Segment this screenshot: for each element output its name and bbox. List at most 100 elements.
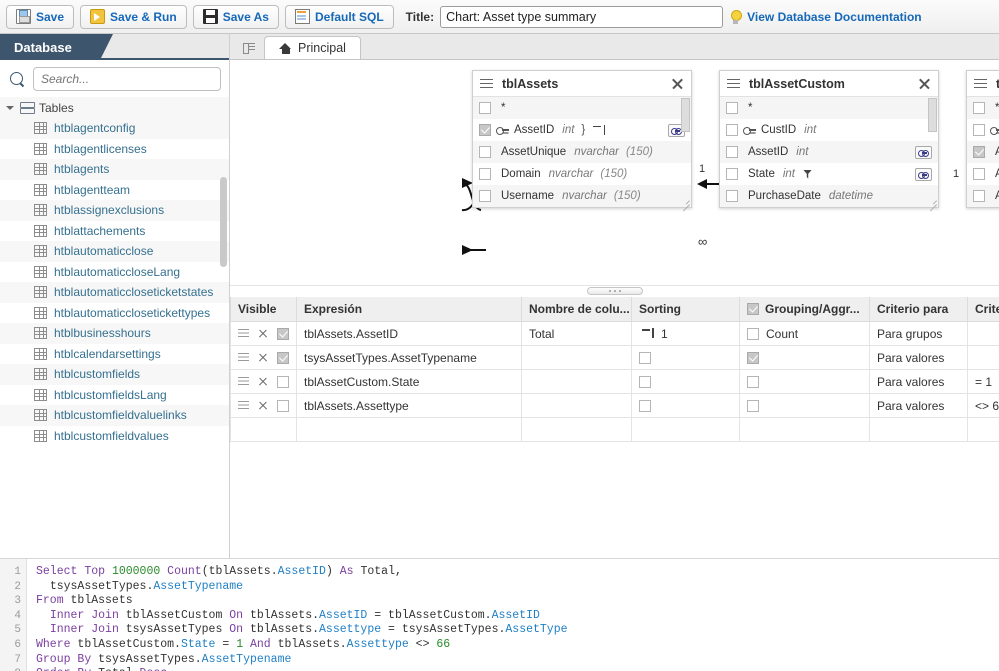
grid-column-header[interactable]: Criterio: [968, 297, 999, 322]
grid-cell-sorting[interactable]: 1: [632, 322, 740, 346]
sidebar-table-item[interactable]: htblautomaticcloseLang: [0, 262, 229, 283]
grid-cell-sorting[interactable]: [632, 394, 740, 418]
grid-cell-empty[interactable]: [740, 418, 870, 442]
tab-database[interactable]: Database: [0, 34, 100, 60]
table-row[interactable]: tblAssets.Assettype Para valores<> 66: [231, 394, 999, 418]
diagram-field-row[interactable]: AssetTypenamenvarchar(100): [967, 141, 999, 163]
sort-icon[interactable]: [642, 328, 654, 339]
field-checkbox[interactable]: [973, 124, 985, 136]
save-button[interactable]: Save: [6, 5, 74, 29]
grid-cell-criterio[interactable]: [968, 322, 999, 346]
diagram-field-row[interactable]: CustIDint: [720, 119, 938, 141]
grid-cell-grouping[interactable]: [740, 346, 870, 370]
field-checkbox[interactable]: [973, 146, 985, 158]
grid-cell-grouping[interactable]: [740, 370, 870, 394]
grid-cell-expression[interactable]: tblAssetCustom.State: [297, 370, 522, 394]
diagram-field-row[interactable]: Domainnvarchar(150): [473, 163, 691, 185]
field-checkbox[interactable]: [479, 102, 491, 114]
diagram-field-row[interactable]: AssetIDint}: [473, 119, 691, 141]
field-checkbox[interactable]: [479, 190, 491, 202]
field-checkbox[interactable]: [726, 168, 738, 180]
grid-cell-criterio-para[interactable]: Para valores: [870, 394, 968, 418]
row-drag-handle[interactable]: [238, 353, 249, 362]
diagram-field-row[interactable]: AssetTypeint: [967, 119, 999, 141]
menu-icon[interactable]: [480, 79, 493, 89]
row-drag-handle[interactable]: [238, 401, 249, 410]
grid-cell-criterio[interactable]: = 1: [968, 370, 999, 394]
diagram-table-header[interactable]: tblAssetCustom: [720, 71, 938, 97]
row-delete-icon[interactable]: [258, 401, 268, 411]
row-drag-handle[interactable]: [238, 329, 249, 338]
row-delete-icon[interactable]: [258, 329, 268, 339]
grid-column-header[interactable]: Expresión: [297, 297, 522, 322]
diagram-field-row[interactable]: AssetTypeIcon16nvarchar(250): [967, 185, 999, 207]
sidebar-table-item[interactable]: htblcustomfieldvalues: [0, 426, 229, 447]
diagram-table-scrollbar[interactable]: [681, 98, 690, 193]
grid-cell-empty[interactable]: [632, 418, 740, 442]
canvas-grid-splitter[interactable]: [230, 285, 999, 297]
field-checkbox[interactable]: [973, 102, 985, 114]
list-view-button[interactable]: [236, 37, 262, 59]
sidebar-table-item[interactable]: htblautomaticclose: [0, 241, 229, 262]
grid-cell-visible[interactable]: [231, 322, 297, 346]
default-sql-button[interactable]: Default SQL: [285, 5, 394, 29]
tree-root-tables[interactable]: Tables: [0, 97, 229, 118]
filter-icon[interactable]: [803, 170, 812, 179]
grid-cell-grouping[interactable]: [740, 394, 870, 418]
diagram-field-row[interactable]: *: [967, 97, 999, 119]
diagram-canvas[interactable]: 1 ∞ 1 tblAssets*AssetIDint}AssetUniquenv…: [230, 60, 999, 285]
close-icon[interactable]: [671, 77, 684, 90]
row-delete-icon[interactable]: [258, 377, 268, 387]
visible-checkbox[interactable]: [277, 400, 289, 412]
table-row[interactable]: tsysAssetTypes.AssetTypename Para valores: [231, 346, 999, 370]
sidebar-table-item[interactable]: htblcustomfields: [0, 364, 229, 385]
grid-column-header[interactable]: Nombre de colu...: [522, 297, 632, 322]
grid-cell-visible[interactable]: [231, 346, 297, 370]
grouping-checkbox[interactable]: [747, 376, 759, 388]
row-drag-handle[interactable]: [238, 377, 249, 386]
row-delete-icon[interactable]: [258, 353, 268, 363]
sidebar-table-item[interactable]: htblcustomfieldsLang: [0, 385, 229, 406]
field-checkbox[interactable]: [726, 124, 738, 136]
sort-icon[interactable]: [593, 125, 605, 136]
diagram-table-header[interactable]: tblAssets: [473, 71, 691, 97]
search-input[interactable]: [33, 67, 221, 91]
menu-icon[interactable]: [727, 79, 740, 89]
view-database-documentation-link[interactable]: View Database Documentation: [729, 10, 922, 24]
title-input[interactable]: [440, 6, 723, 28]
grid-column-header[interactable]: Grouping/Aggr...: [740, 297, 870, 322]
tab-principal[interactable]: Principal: [264, 36, 361, 59]
grid-column-header[interactable]: Criterio para: [870, 297, 968, 322]
splitter-grip[interactable]: [587, 287, 643, 295]
visible-checkbox[interactable]: [277, 328, 289, 340]
grid-cell-criterio[interactable]: <> 66: [968, 394, 999, 418]
grid-cell-expression[interactable]: tblAssets.AssetID: [297, 322, 522, 346]
grid-cell-expression[interactable]: tblAssets.Assettype: [297, 394, 522, 418]
sidebar-table-item[interactable]: htblautomaticclosetickettypes: [0, 303, 229, 324]
diagram-field-row[interactable]: Usernamenvarchar(150): [473, 185, 691, 207]
close-icon[interactable]: [918, 77, 931, 90]
sidebar-table-item[interactable]: htblagentteam: [0, 180, 229, 201]
grid-cell-empty[interactable]: [870, 418, 968, 442]
grid-cell-empty[interactable]: [297, 418, 522, 442]
chevron-down-icon[interactable]: [6, 106, 14, 110]
diagram-table-box[interactable]: tblAssetCustom*CustIDintAssetIDintStatei…: [719, 70, 939, 208]
grid-cell-sorting[interactable]: [632, 370, 740, 394]
sidebar-table-item[interactable]: htblagentconfig: [0, 118, 229, 139]
sorting-checkbox[interactable]: [639, 352, 651, 364]
grouping-checkbox[interactable]: [747, 328, 759, 340]
visible-checkbox[interactable]: [277, 352, 289, 364]
grid-cell-empty[interactable]: [522, 418, 632, 442]
diagram-table-box[interactable]: tsysAssetTypes*AssetTypeintAssetTypename…: [966, 70, 999, 208]
grid-cell-criterio-para[interactable]: Para valores: [870, 346, 968, 370]
grid-cell-expression[interactable]: tsysAssetTypes.AssetTypename: [297, 346, 522, 370]
grid-cell-empty[interactable]: [968, 418, 999, 442]
diagram-table-box[interactable]: tblAssets*AssetIDint}AssetUniquenvarchar…: [472, 70, 692, 208]
sorting-checkbox[interactable]: [639, 376, 651, 388]
resize-grip[interactable]: [927, 196, 937, 206]
diagram-field-row[interactable]: AssetIDint: [720, 141, 938, 163]
menu-icon[interactable]: [974, 79, 987, 89]
grid-cell-visible[interactable]: [231, 370, 297, 394]
sidebar-table-item[interactable]: htblagents: [0, 159, 229, 180]
field-checkbox[interactable]: [973, 168, 985, 180]
